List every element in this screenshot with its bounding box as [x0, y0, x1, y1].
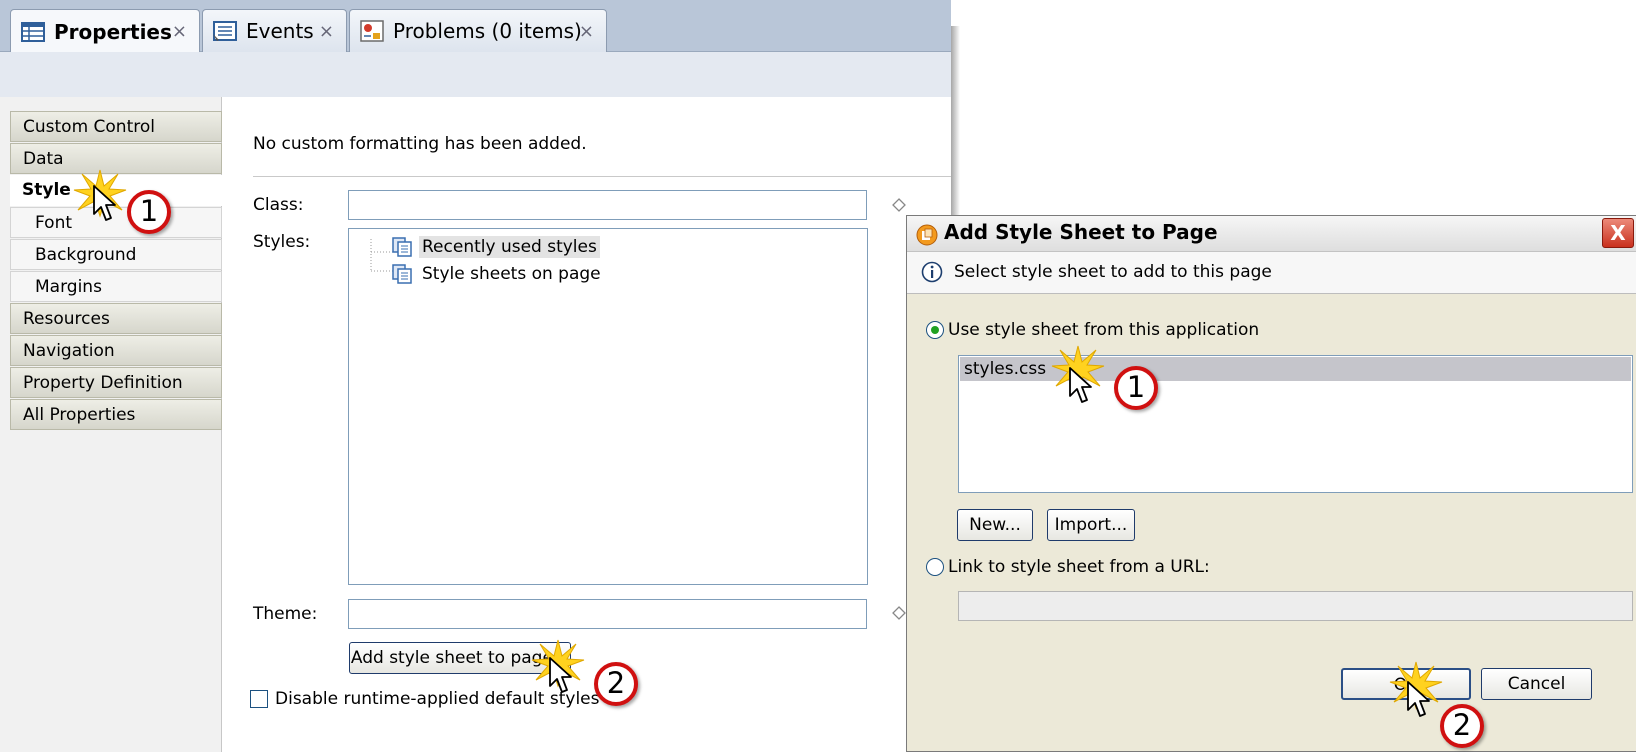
class-label: Class:: [253, 195, 304, 215]
style-properties: No custom formatting has been added. Cla…: [223, 97, 951, 752]
nav-navigation[interactable]: Navigation: [10, 335, 222, 366]
nav-custom-control[interactable]: Custom Control: [10, 111, 222, 142]
close-dialog-button[interactable]: X: [1602, 218, 1634, 248]
use-app-stylesheet-radio[interactable]: [926, 321, 944, 339]
tab-problems[interactable]: Problems (0 items) ×: [349, 9, 607, 52]
view-tab-bar: Properties × Events × Problems (0 items): [0, 0, 951, 53]
divider: [253, 176, 951, 177]
list-item-label: styles.css: [964, 359, 1047, 379]
dialog-title-bar: Add Style Sheet to Page X: [907, 216, 1636, 252]
compute-value-diamond-icon[interactable]: [892, 198, 906, 212]
link-url-radio[interactable]: [926, 558, 944, 576]
step-2-badge: 2: [594, 662, 638, 706]
panel-toolbar: [0, 52, 951, 97]
close-tab-properties-icon[interactable]: ×: [172, 21, 187, 42]
new-stylesheet-button[interactable]: New...: [957, 509, 1033, 541]
tab-problems-label: Problems (0 items): [393, 19, 582, 43]
theme-field[interactable]: [348, 599, 867, 629]
mouse-pointer-icon: [93, 185, 116, 221]
events-icon: [213, 21, 237, 41]
compute-value-diamond-icon[interactable]: [892, 606, 906, 620]
tab-events-label: Events: [246, 19, 314, 43]
properties-panel: Properties × Events × Problems (0 items): [0, 0, 951, 752]
info-icon: [921, 261, 943, 283]
tab-events[interactable]: Events ×: [202, 9, 347, 52]
mouse-pointer-icon: [1407, 681, 1430, 717]
theme-label: Theme:: [253, 604, 318, 624]
tree-item-label: Recently used styles: [419, 236, 600, 258]
styles-label: Styles:: [253, 232, 311, 252]
no-formatting-message: No custom formatting has been added.: [253, 134, 587, 154]
tree-item-recently-used[interactable]: Recently used styles: [391, 233, 600, 261]
dialog-title: Add Style Sheet to Page: [944, 220, 1218, 244]
nav-all-properties[interactable]: All Properties: [10, 399, 222, 430]
close-tab-events-icon[interactable]: ×: [319, 21, 334, 42]
add-style-sheet-dialog: Add Style Sheet to Page X Select style s…: [906, 215, 1636, 752]
link-url-label: Link to style sheet from a URL:: [948, 557, 1210, 577]
close-tab-problems-icon[interactable]: ×: [579, 21, 594, 42]
mouse-pointer-icon: [1069, 367, 1092, 403]
import-stylesheet-button[interactable]: Import...: [1047, 509, 1135, 541]
nav-background[interactable]: Background: [10, 239, 222, 270]
dialog-step-1-badge: 1: [1114, 366, 1158, 410]
tab-properties-label: Properties: [54, 19, 172, 44]
nav-resources[interactable]: Resources: [10, 303, 222, 334]
tree-item-label: Style sheets on page: [422, 264, 601, 284]
dialog-message-area: Select style sheet to add to this page: [907, 252, 1636, 294]
disable-default-styles-checkbox[interactable]: [250, 690, 268, 708]
styles-tree[interactable]: Recently used styles Style sheets on pag…: [348, 228, 868, 585]
app-logo-icon: [916, 224, 938, 246]
tab-properties[interactable]: Properties ×: [10, 9, 200, 53]
nav-margins[interactable]: Margins: [10, 271, 222, 302]
nav-property-definition[interactable]: Property Definition: [10, 367, 222, 398]
dialog-info-text: Select style sheet to add to this page: [954, 262, 1272, 282]
tree-item-page-sheets[interactable]: Style sheets on page: [391, 260, 604, 288]
stylesheet-folder-icon: [392, 237, 412, 257]
stylesheet-folder-icon: [392, 264, 412, 284]
url-field[interactable]: [958, 591, 1633, 621]
cancel-button[interactable]: Cancel: [1481, 668, 1592, 700]
class-field[interactable]: [348, 190, 867, 220]
problems-icon: [360, 20, 384, 42]
dialog-step-2-badge: 2: [1440, 704, 1484, 748]
mouse-pointer-icon: [549, 657, 572, 693]
properties-icon: [21, 21, 45, 42]
use-app-stylesheet-label: Use style sheet from this application: [948, 320, 1260, 340]
step-1-badge: 1: [127, 190, 171, 234]
